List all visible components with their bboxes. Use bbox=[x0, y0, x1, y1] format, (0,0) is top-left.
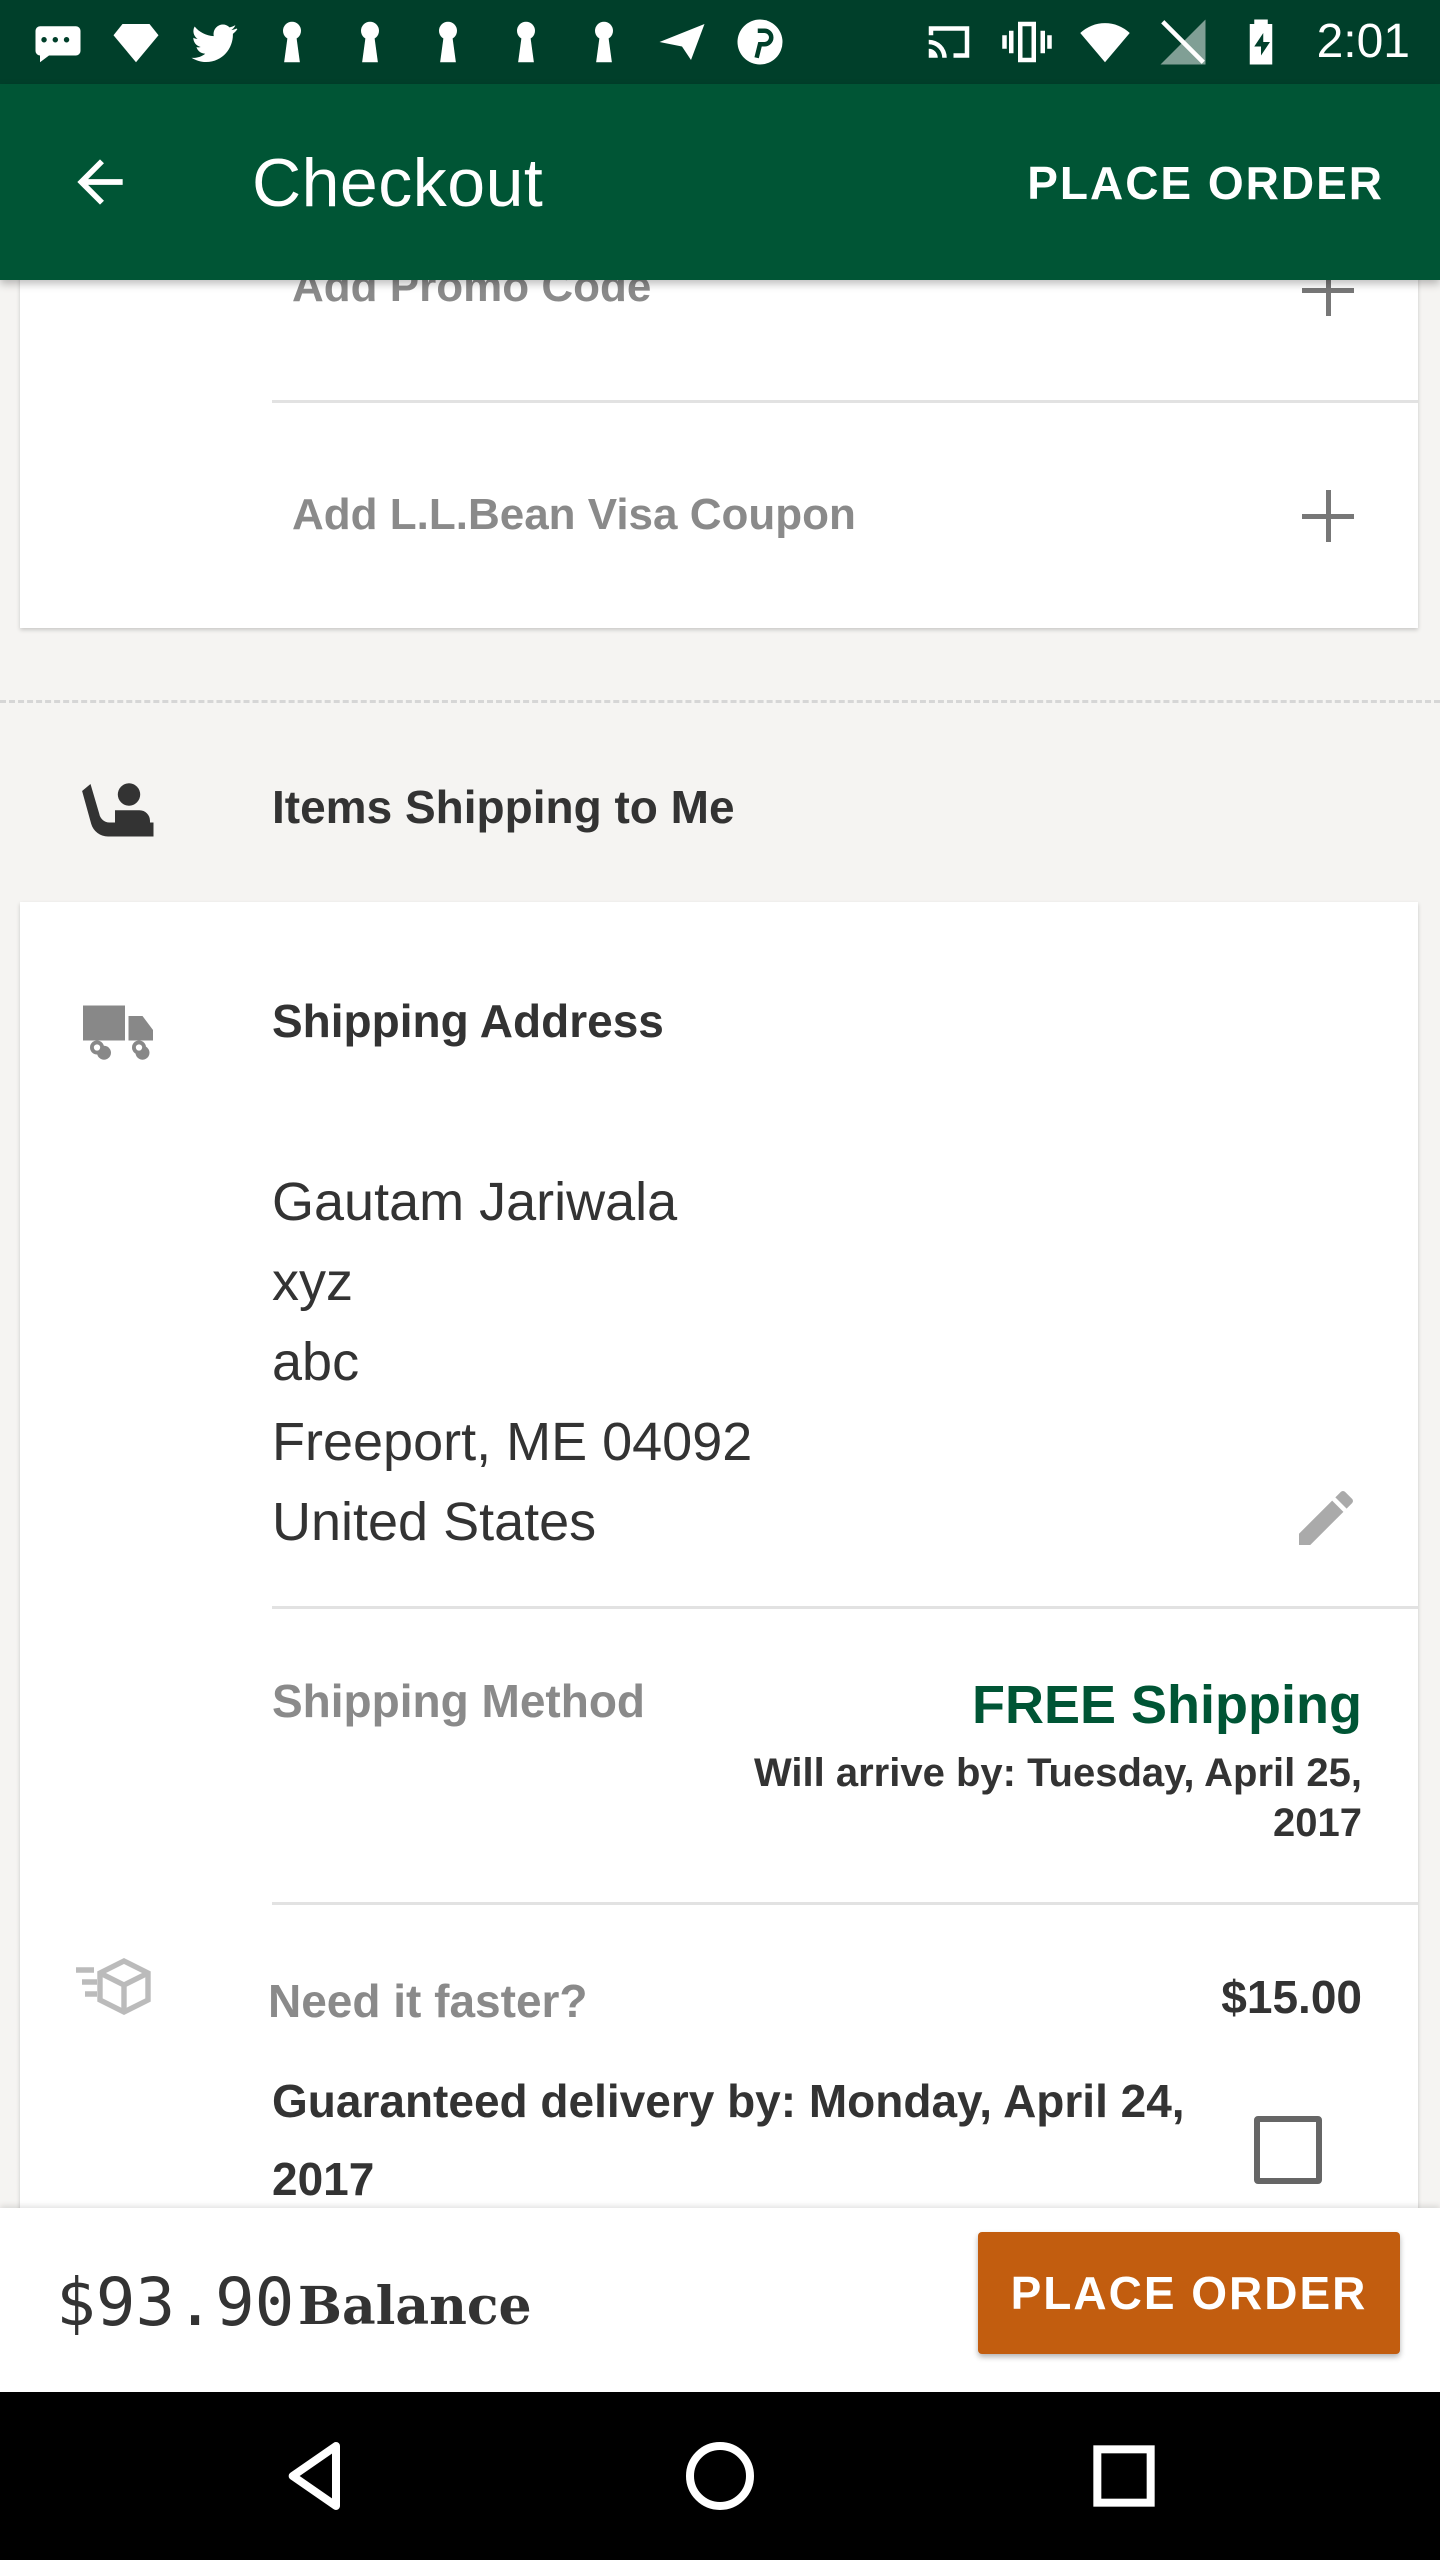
divider bbox=[272, 1606, 1418, 1609]
visa-coupon-label: Add L.L.Bean Visa Coupon bbox=[292, 490, 856, 539]
twitter-icon bbox=[186, 14, 242, 70]
arrival-date: Will arrive by: Tuesday, April 25, 2017 bbox=[662, 1748, 1362, 1848]
address-line: abc bbox=[272, 1332, 360, 1392]
nav-home-button[interactable] bbox=[676, 2432, 764, 2520]
add-visa-coupon-plus-icon[interactable] bbox=[1298, 486, 1358, 546]
expedited-shipping-checkbox[interactable] bbox=[1254, 2116, 1322, 2184]
edit-address-pencil-icon[interactable] bbox=[1290, 1482, 1362, 1554]
truck-icon bbox=[76, 988, 160, 1072]
status-bar: 2:01 bbox=[0, 0, 1440, 84]
promo-card: Add Promo Code Add L.L.Bean Visa Coupon bbox=[20, 230, 1418, 628]
divider bbox=[272, 1902, 1418, 1905]
pinterest-icon bbox=[732, 14, 788, 70]
notification-icons bbox=[30, 14, 788, 70]
back-button[interactable] bbox=[56, 138, 144, 226]
wifi-icon bbox=[1077, 14, 1133, 70]
battery-charging-icon bbox=[1233, 14, 1289, 70]
keyhole-icon bbox=[342, 14, 398, 70]
visa-coupon-row[interactable]: Add L.L.Bean Visa Coupon bbox=[272, 460, 1418, 580]
shipping-address: Gautam Jariwala xyz abc Freeport, ME 040… bbox=[272, 1162, 752, 1562]
keyhole-icon bbox=[576, 14, 632, 70]
cast-icon bbox=[921, 14, 977, 70]
expedited-price: $15.00 bbox=[1221, 1971, 1362, 2023]
arrival-line: Will arrive by: Tuesday, April 25, bbox=[754, 1751, 1362, 1795]
divider bbox=[272, 400, 1418, 403]
circle-home-icon bbox=[686, 2442, 754, 2510]
place-order-header-button[interactable]: PLACE ORDER bbox=[1027, 156, 1384, 210]
items-shipping-header: Items Shipping to Me bbox=[0, 740, 1440, 870]
address-line: Gautam Jariwala bbox=[272, 1172, 678, 1232]
dashed-divider bbox=[0, 700, 1440, 703]
message-icon bbox=[30, 14, 86, 70]
keyhole-icon bbox=[264, 14, 320, 70]
app-bar: Checkout PLACE ORDER bbox=[0, 84, 1440, 280]
place-order-button[interactable]: PLACE ORDER bbox=[978, 2232, 1400, 2354]
keyhole-icon bbox=[420, 14, 476, 70]
section-label: Items Shipping to Me bbox=[272, 781, 735, 833]
fast-shipping-box-icon bbox=[76, 1957, 151, 2016]
send-icon bbox=[654, 14, 710, 70]
address-line: Freeport, ME 04092 bbox=[272, 1412, 753, 1472]
diamond-icon bbox=[108, 14, 164, 70]
nav-recents-button[interactable] bbox=[1080, 2432, 1168, 2520]
shipping-card: Shipping Address Gautam Jariwala xyz abc… bbox=[20, 902, 1418, 2222]
guaranteed-delivery-text: Guaranteed delivery by: Monday, April 24… bbox=[272, 2062, 1232, 2218]
triangle-back-icon bbox=[288, 2442, 340, 2510]
need-it-faster-label: Need it faster? bbox=[268, 1975, 588, 2027]
guarantee-line: 2017 bbox=[272, 2153, 375, 2205]
system-nav-bar bbox=[0, 2392, 1440, 2560]
shipping-method-label: Shipping Method bbox=[272, 1675, 646, 1727]
square-recents-icon bbox=[1093, 2445, 1155, 2507]
guarantee-line: Guaranteed delivery by: Monday, April 24… bbox=[272, 2075, 1185, 2127]
address-line: United States bbox=[272, 1492, 597, 1552]
vibrate-icon bbox=[999, 14, 1055, 70]
shipping-method-value: FREE Shipping bbox=[972, 1675, 1362, 1735]
nav-back-button[interactable] bbox=[272, 2432, 360, 2520]
arrow-back-icon bbox=[77, 159, 123, 205]
balance-amount: $93.90 bbox=[56, 2264, 295, 2341]
no-signal-icon bbox=[1155, 14, 1211, 70]
system-icons: 2:01 bbox=[921, 14, 1410, 70]
balance-bar: $93.90 Balance PLACE ORDER bbox=[0, 2208, 1440, 2392]
keyhole-icon bbox=[498, 14, 554, 70]
shipping-address-title: Shipping Address bbox=[272, 995, 664, 1047]
balance-label: Balance bbox=[298, 2276, 532, 2337]
status-time: 2:01 bbox=[1316, 15, 1410, 68]
address-line: xyz bbox=[272, 1252, 353, 1312]
page-title: Checkout bbox=[252, 145, 544, 221]
person-shipping-icon bbox=[82, 783, 154, 837]
arrival-line: 2017 bbox=[1273, 1801, 1362, 1845]
